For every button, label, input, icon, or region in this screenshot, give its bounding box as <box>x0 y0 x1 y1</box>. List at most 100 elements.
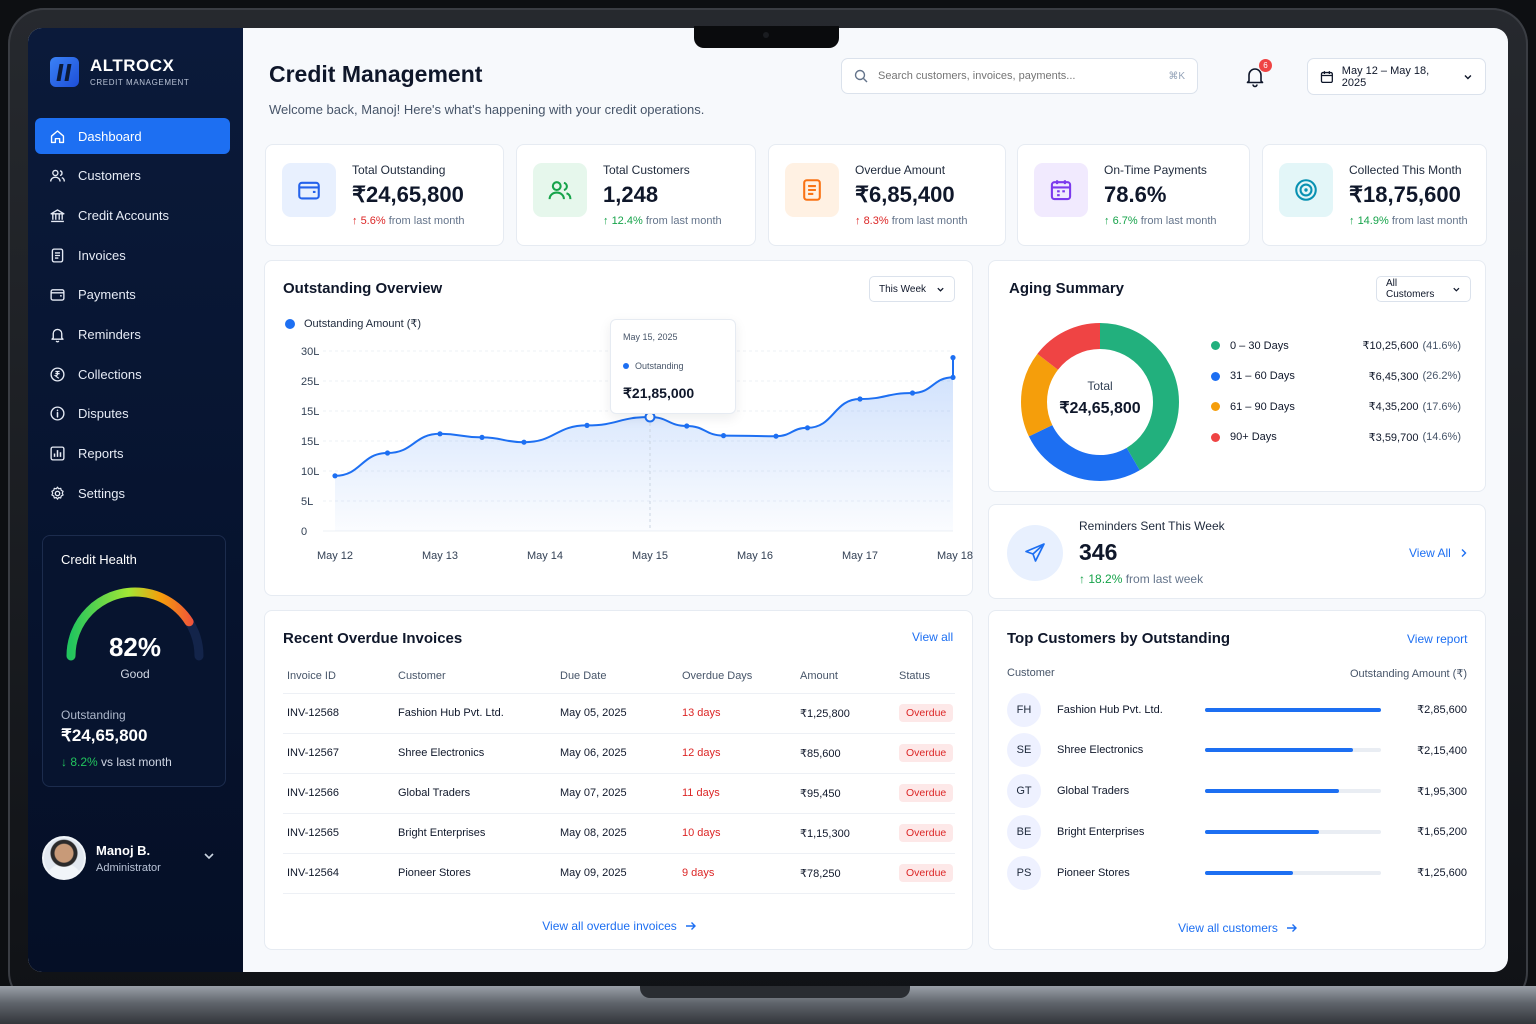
outstanding-bar-fill <box>1205 748 1353 753</box>
aging-bucket-value: ₹10,25,600 <box>1362 340 1419 352</box>
screen: ALTROCX CREDIT MANAGEMENT Dashboard Custo… <box>28 28 1508 972</box>
data-point[interactable] <box>950 355 956 361</box>
column-header: Status <box>895 659 955 694</box>
table-row[interactable]: INV-12565 Bright Enterprises May 08, 2025 1… <box>283 813 955 854</box>
user-profile[interactable]: Manoj B. Administrator <box>42 835 226 881</box>
data-point[interactable] <box>332 473 338 479</box>
data-point[interactable] <box>773 433 779 439</box>
table-header-row: Invoice ID Customer Due Date Overdue Days Am… <box>283 659 955 694</box>
sidebar-item-disputes[interactable]: Disputes <box>35 396 230 432</box>
customer-amount: ₹2,15,400 <box>1417 744 1467 757</box>
list-item[interactable]: GT Global Traders ₹1,95,300 <box>1007 771 1467 812</box>
data-point[interactable] <box>384 450 391 456</box>
tooltip-date: May 15, 2025 <box>623 332 678 342</box>
date-range-picker[interactable]: May 12 – May 18, 2025 <box>1307 58 1486 95</box>
aging-legend-item[interactable]: 90+ Days ₹3,59,700 (14.6%) <box>1211 431 1461 444</box>
reminders-view-all-link[interactable]: View All <box>1409 546 1468 560</box>
table-cell: Overdue <box>895 693 955 734</box>
tooltip-dot <box>623 363 629 369</box>
sidebar-item-credit-accounts[interactable]: Credit Accounts <box>35 197 230 233</box>
data-point[interactable] <box>804 425 811 431</box>
data-point[interactable] <box>684 423 690 429</box>
list-item[interactable]: PS Pioneer Stores ₹1,25,600 <box>1007 852 1467 893</box>
table-row[interactable]: INV-12568 Fashion Hub Pvt. Ltd. May 05, 20… <box>283 693 955 734</box>
reminders-title: Reminders Sent This Week <box>1079 519 1225 533</box>
sidebar-item-label: Credit Accounts <box>78 207 170 223</box>
table-cell: INV-12566 <box>283 773 394 814</box>
column-header: Amount <box>796 659 895 694</box>
overdue-view-all-link[interactable]: View all <box>912 630 953 644</box>
logo-icon <box>50 56 79 87</box>
table-cell: INV-12567 <box>283 733 394 774</box>
view-all-overdue-invoices-link[interactable]: View all overdue invoices <box>265 919 974 933</box>
chevron-down-icon <box>1464 74 1472 79</box>
sidebar-item-payments[interactable]: Payments <box>35 277 230 313</box>
outstanding-bar-fill <box>1205 789 1339 794</box>
data-point[interactable] <box>909 390 916 396</box>
sidebar-item-reports[interactable]: Reports <box>35 436 230 472</box>
kpi-card-collected-this-month[interactable]: Collected This Month ₹18,75,600 ↑ 14.9% fr… <box>1262 144 1487 246</box>
kpi-card-total-customers[interactable]: Total Customers 1,248 ↑ 12.4% from last mo… <box>516 144 756 246</box>
data-point[interactable] <box>437 431 443 437</box>
search-box[interactable]: ⌘K <box>841 58 1198 94</box>
data-point[interactable] <box>521 439 527 445</box>
camera-icon <box>763 32 769 38</box>
data-point[interactable] <box>479 434 485 440</box>
reminders-value: 346 <box>1079 539 1118 565</box>
customer-name: Pioneer Stores <box>1057 866 1130 879</box>
table-cell: Pioneer Stores <box>394 853 556 894</box>
customer-name: Global Traders <box>1057 785 1130 798</box>
view-report-link[interactable]: View report <box>1407 632 1467 646</box>
aging-legend-item[interactable]: 31 – 60 Days ₹6,45,300 (26.2%) <box>1211 370 1461 383</box>
reminders-delta-value: 18.2% <box>1088 572 1123 586</box>
sidebar-item-collections[interactable]: Collections <box>35 356 230 392</box>
aging-legend-item[interactable]: 61 – 90 Days ₹4,35,200 (17.6%) <box>1211 400 1461 413</box>
view-all-customers-link[interactable]: View all customers <box>989 921 1487 935</box>
table-row[interactable]: INV-12567 Shree Electronics May 06, 2025 12… <box>283 733 955 774</box>
view-all-overdue-invoices-label: View all overdue invoices <box>542 919 677 933</box>
data-point[interactable] <box>584 422 590 428</box>
table-row[interactable]: INV-12564 Pioneer Stores May 09, 2025 9 day… <box>283 853 955 894</box>
sidebar-item-customers[interactable]: Customers <box>35 158 230 194</box>
aging-bucket-pct: (41.6%) <box>1422 339 1461 352</box>
table-row[interactable]: INV-12566 Global Traders May 07, 2025 11 da… <box>283 773 955 814</box>
list-item[interactable]: SE Shree Electronics ₹2,15,400 <box>1007 730 1467 771</box>
sidebar-item-invoices[interactable]: Invoices <box>35 237 230 273</box>
app-logo[interactable]: ALTROCX CREDIT MANAGEMENT <box>50 56 189 87</box>
outstanding-line-chart[interactable]: 0 5L 10L 15L 15L 25L 30L May 12 May 13 May 14 May … <box>265 261 974 597</box>
sidebar-item-label: Payments <box>78 287 136 303</box>
kpi-delta-value: 6.7% <box>1112 215 1138 227</box>
data-point[interactable] <box>720 433 727 439</box>
credit-health-score: 82% <box>108 632 162 662</box>
sidebar-item-settings[interactable]: Settings <box>35 475 230 511</box>
avatar <box>42 836 86 880</box>
arrow-up-icon: ↑ <box>855 215 864 227</box>
x-tick-label: May 15 <box>632 550 668 562</box>
aging-legend-item[interactable]: 0 – 30 Days ₹10,25,600 (41.6%) <box>1211 339 1461 352</box>
kpi-card-total-outstanding[interactable]: Total Outstanding ₹24,65,800 ↑ 5.6% from l… <box>265 144 504 246</box>
data-point[interactable] <box>950 374 956 380</box>
customer-avatar: GT <box>1007 774 1041 809</box>
app-name: ALTROCX <box>90 56 175 75</box>
aging-filter-dropdown[interactable]: All Customers <box>1376 276 1471 302</box>
kpi-value: ₹24,65,800 <box>352 182 464 207</box>
top-customers-card: Top Customers by Outstanding View report… <box>988 610 1486 950</box>
chevron-down-icon[interactable] <box>202 849 216 863</box>
sidebar-item-reminders[interactable]: Reminders <box>35 316 230 352</box>
outstanding-bar <box>1205 789 1381 794</box>
donut-total-label: Total <box>1087 379 1113 393</box>
kpi-card-on-time-payments[interactable]: On-Time Payments 78.6% ↑ 6.7% from last mo… <box>1017 144 1250 246</box>
data-point[interactable] <box>857 396 863 402</box>
list-item[interactable]: FH Fashion Hub Pvt. Ltd. ₹2,85,600 <box>1007 689 1467 730</box>
search-input[interactable] <box>878 70 1159 82</box>
reminders-view-all-label: View All <box>1409 546 1451 560</box>
sidebar-nav: Dashboard Customers Credit Accounts Invoice… <box>35 118 230 515</box>
view-all-customers-label: View all customers <box>1178 921 1278 935</box>
kpi-card-overdue-amount[interactable]: Overdue Amount ₹6,85,400 ↑ 8.3% from last … <box>768 144 1006 246</box>
sidebar-item-dashboard[interactable]: Dashboard <box>35 118 230 154</box>
table-cell: 12 days <box>678 733 796 774</box>
list-item[interactable]: BE Bright Enterprises ₹1,65,200 <box>1007 811 1467 852</box>
table-cell: Overdue <box>895 733 955 774</box>
kpi-delta-suffix: from last month <box>385 215 465 227</box>
table-cell: ₹1,15,300 <box>796 813 895 854</box>
